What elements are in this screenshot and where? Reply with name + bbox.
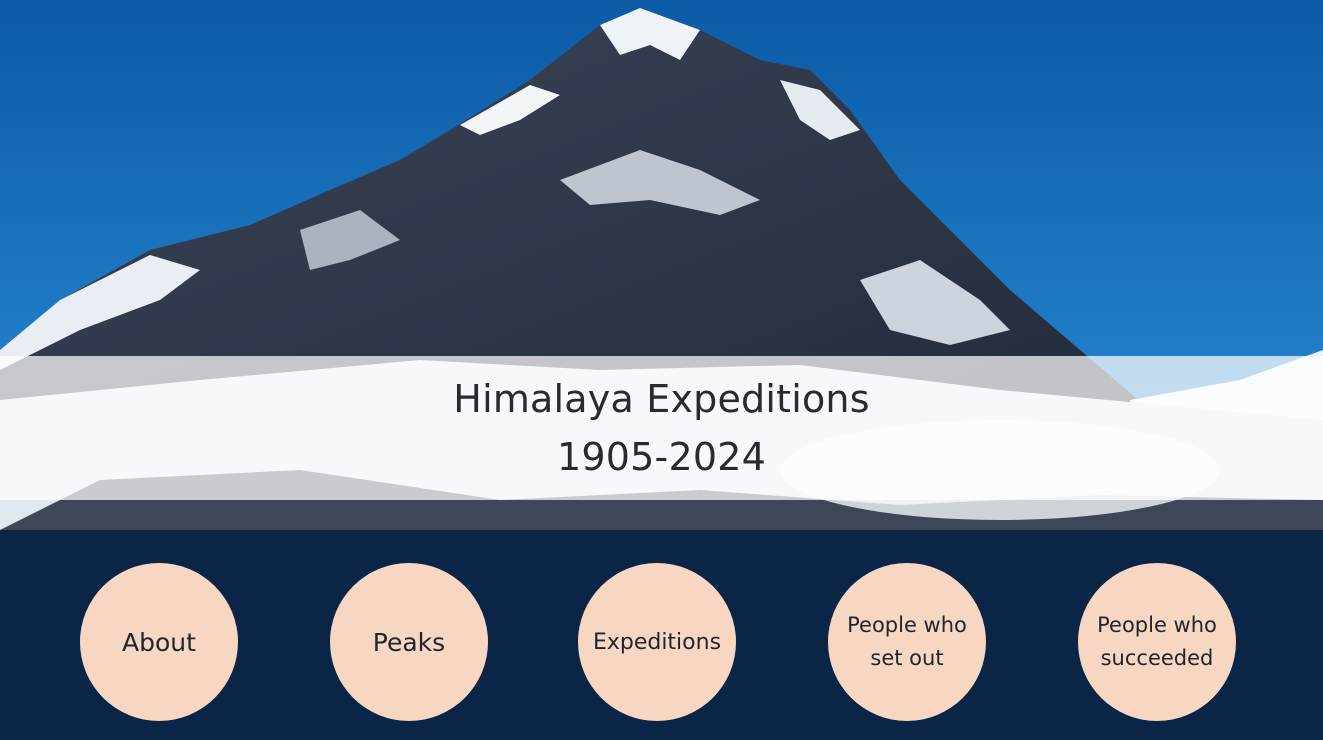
- nav-expeditions-button[interactable]: Expeditions: [578, 563, 736, 721]
- page-title: Himalaya Expeditions: [453, 377, 870, 421]
- nav-people-who-succeeded-button[interactable]: People who succeeded: [1078, 563, 1236, 721]
- nav-people-who-succeeded-label: People who succeeded: [1097, 613, 1217, 670]
- nav-people-who-set-out-label: People who set out: [847, 613, 967, 670]
- hero-image: Himalaya Expeditions 1905-2024: [0, 0, 1323, 530]
- nav-peaks-button[interactable]: Peaks: [330, 563, 488, 721]
- nav-about-label: About: [122, 627, 196, 657]
- page-subtitle-years: 1905-2024: [557, 435, 766, 479]
- navigation-bar: About Peaks Expeditions People who set o…: [0, 530, 1323, 740]
- title-banner: Himalaya Expeditions 1905-2024: [0, 356, 1323, 500]
- nav-about-button[interactable]: About: [80, 563, 238, 721]
- nav-peaks-label: Peaks: [372, 627, 446, 657]
- nav-people-who-set-out-button[interactable]: People who set out: [828, 563, 986, 721]
- nav-expeditions-label: Expeditions: [592, 629, 722, 655]
